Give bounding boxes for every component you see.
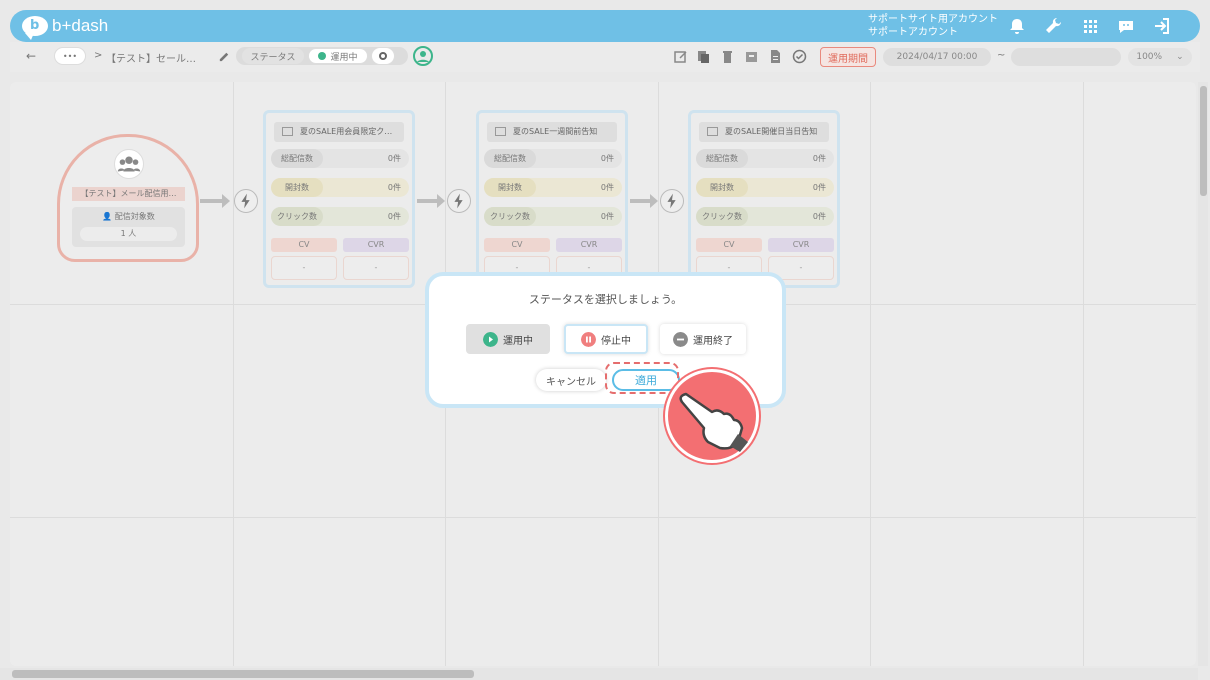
mail-node[interactable]: 夏のSALE開催日当日告知 総配信数 0件 開封数 0件 クリック数 0件 CV CV… bbox=[688, 110, 840, 288]
support-chat-icon[interactable] bbox=[1116, 16, 1136, 36]
app-header: b b+dash サポートサイト用アカウント サポートアカウント bbox=[10, 10, 1200, 42]
flow-arrow bbox=[417, 194, 445, 208]
account-line-2: サポートアカウント bbox=[868, 27, 958, 38]
mail-node-title: 夏のSALE一週間前告知 bbox=[487, 122, 617, 142]
play-icon bbox=[483, 331, 498, 347]
stop-minus-icon bbox=[673, 331, 688, 347]
running-dot-icon bbox=[318, 52, 327, 60]
gear-icon bbox=[379, 52, 387, 60]
start-node-title: 【テスト】メール配信用… bbox=[72, 187, 185, 201]
cv-label: CV bbox=[271, 238, 337, 252]
cvr-label: CVR bbox=[768, 238, 834, 252]
more-button[interactable]: ••• bbox=[54, 47, 86, 65]
edit-note-icon[interactable] bbox=[673, 49, 688, 64]
stat-clicked: クリック数 0件 bbox=[696, 207, 834, 226]
stat-clicked: クリック数 0件 bbox=[484, 207, 622, 226]
flow-arrow bbox=[200, 194, 230, 208]
stat-sent: 総配信数 0件 bbox=[271, 149, 409, 168]
scrollbar-thumb[interactable] bbox=[1200, 86, 1207, 196]
stat-clicked: クリック数 0件 bbox=[271, 207, 409, 226]
account-name[interactable]: サポートサイト用アカウント サポートアカウント bbox=[868, 13, 998, 39]
copy-icon[interactable] bbox=[696, 49, 711, 64]
zoom-select[interactable]: 100% ⌄ bbox=[1128, 48, 1192, 66]
stat-sent: 総配信数 0件 bbox=[696, 149, 834, 168]
grid-line bbox=[1083, 82, 1084, 666]
mail-node[interactable]: 夏のSALE一週間前告知 総配信数 0件 開封数 0件 クリック数 0件 CV CVR… bbox=[476, 110, 628, 288]
cancel-button[interactable]: キャンセル bbox=[536, 369, 606, 391]
trigger-bolt-icon[interactable] bbox=[447, 189, 471, 213]
status-option-paused[interactable]: 停止中 bbox=[564, 324, 648, 354]
start-date-field[interactable]: 2024/04/17 00:00 bbox=[883, 48, 991, 66]
start-node[interactable]: 【テスト】メール配信用… 👤 配信対象数 1 人 bbox=[57, 134, 199, 262]
toolbar: ← ••• > 【テスト】セール… ステータス 運用中 運用期間 2024/04… bbox=[10, 42, 1200, 72]
edit-pencil-icon[interactable] bbox=[218, 50, 231, 63]
dialog-title: ステータスを選択しましょう。 bbox=[528, 293, 683, 306]
mail-icon bbox=[707, 127, 718, 136]
apps-grid-icon[interactable] bbox=[1080, 16, 1100, 36]
cvr-label: CVR bbox=[556, 238, 622, 252]
person-icon: 👤 bbox=[102, 212, 115, 221]
logo-text: b+dash bbox=[52, 16, 109, 35]
group-users-icon bbox=[114, 149, 144, 179]
wrench-icon[interactable] bbox=[1043, 16, 1063, 36]
pause-icon bbox=[581, 331, 596, 347]
vertical-scrollbar[interactable] bbox=[1198, 82, 1208, 666]
mail-node-title: 夏のSALE開催日当日告知 bbox=[699, 122, 829, 142]
target-count-box: 👤 配信対象数 1 人 bbox=[72, 207, 185, 247]
mail-node-title: 夏のSALE用会員限定ク… bbox=[274, 122, 404, 142]
status-option-running[interactable]: 運用中 bbox=[466, 324, 550, 354]
breadcrumb-title[interactable]: 【テスト】セール… bbox=[106, 50, 196, 65]
end-date-field[interactable] bbox=[1011, 48, 1121, 66]
mail-icon bbox=[282, 127, 293, 136]
period-button[interactable]: 運用期間 bbox=[820, 47, 876, 67]
back-button[interactable]: ← bbox=[26, 49, 36, 63]
grid-line bbox=[10, 517, 1196, 518]
bell-icon[interactable] bbox=[1007, 16, 1027, 36]
cv-value: - bbox=[271, 256, 337, 280]
horizontal-scrollbar[interactable] bbox=[0, 668, 1198, 680]
logout-icon[interactable] bbox=[1152, 16, 1172, 36]
stat-opened: 開封数 0件 bbox=[484, 178, 622, 197]
document-icon[interactable] bbox=[768, 49, 783, 64]
grid-line bbox=[233, 82, 234, 666]
stat-opened: 開封数 0件 bbox=[271, 178, 409, 197]
cvr-label: CVR bbox=[343, 238, 409, 252]
archive-icon[interactable] bbox=[744, 49, 759, 64]
status-option-ended[interactable]: 運用終了 bbox=[660, 324, 746, 354]
status-settings-button[interactable] bbox=[371, 47, 395, 65]
pointing-hand-icon bbox=[665, 369, 759, 463]
target-label: 👤 配信対象数 bbox=[102, 212, 155, 221]
cv-label: CV bbox=[484, 238, 550, 252]
status-label: ステータス bbox=[242, 48, 304, 64]
mail-node[interactable]: 夏のSALE用会員限定ク… 総配信数 0件 開封数 0件 クリック数 0件 CV CV… bbox=[263, 110, 415, 288]
status-value-badge[interactable]: 運用中 bbox=[308, 48, 368, 64]
flow-arrow bbox=[630, 194, 658, 208]
grid-line bbox=[870, 82, 871, 666]
trash-icon[interactable] bbox=[720, 49, 735, 64]
logo-bubble-icon: b bbox=[22, 16, 48, 40]
chevron-down-icon: ⌄ bbox=[1176, 52, 1184, 62]
check-circle-icon[interactable] bbox=[792, 49, 807, 64]
trigger-bolt-icon[interactable] bbox=[234, 189, 258, 213]
scrollbar-thumb[interactable] bbox=[12, 670, 474, 678]
trigger-bolt-icon[interactable] bbox=[660, 189, 684, 213]
cvr-value: - bbox=[343, 256, 409, 280]
account-line-1: サポートサイト用アカウント bbox=[868, 14, 998, 25]
user-profile-icon[interactable] bbox=[413, 46, 433, 66]
mail-icon bbox=[495, 127, 506, 136]
stat-opened: 開封数 0件 bbox=[696, 178, 834, 197]
stat-sent: 総配信数 0件 bbox=[484, 149, 622, 168]
date-range-separator: ~ bbox=[997, 50, 1006, 61]
target-count: 1 人 bbox=[80, 227, 177, 241]
logo[interactable]: b b+dash bbox=[22, 15, 109, 40]
breadcrumb-separator: > bbox=[94, 50, 103, 61]
cv-label: CV bbox=[696, 238, 762, 252]
